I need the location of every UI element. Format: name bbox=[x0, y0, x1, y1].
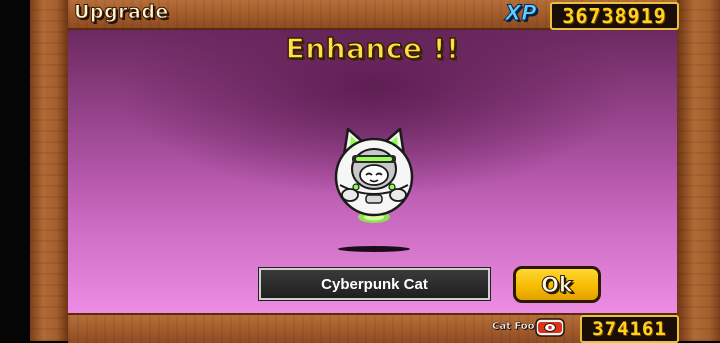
cat-food-value: 374161 bbox=[592, 318, 667, 340]
unit-name: Cyberpunk Cat bbox=[321, 275, 428, 293]
left-wood-frame bbox=[30, 0, 68, 341]
xp-counter: 36738919 bbox=[550, 2, 679, 30]
enhance-headline: Enhance !! bbox=[285, 31, 460, 66]
page-title: Upgrade bbox=[74, 1, 169, 24]
sprite-shadow bbox=[338, 246, 410, 252]
enhance-stage: Enhance !! Cyberpunk Cat Ok bbox=[68, 30, 677, 313]
right-wood-frame bbox=[677, 0, 720, 341]
unit-name-panel: Cyberpunk Cat bbox=[258, 267, 491, 301]
cyberpunk-cat-sprite bbox=[334, 127, 414, 223]
xp-value: 36738919 bbox=[562, 4, 667, 28]
screen-edge bbox=[0, 0, 30, 341]
ok-button-label: Ok bbox=[541, 272, 574, 297]
ok-button[interactable]: Ok bbox=[513, 266, 601, 303]
cat-food-counter: 374161 bbox=[580, 315, 679, 343]
cat-food-can-icon bbox=[535, 318, 565, 337]
xp-label: XP bbox=[505, 1, 538, 26]
